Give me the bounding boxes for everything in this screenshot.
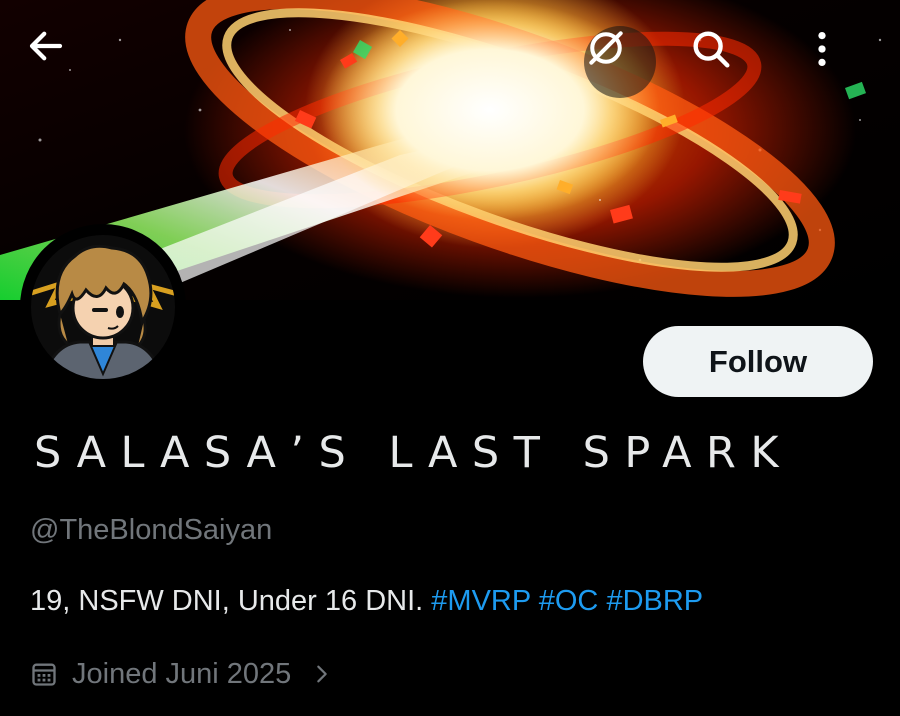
calendar-icon bbox=[30, 660, 58, 688]
profile-avatar[interactable] bbox=[20, 224, 186, 390]
search-button[interactable] bbox=[688, 26, 760, 98]
more-vertical-icon bbox=[818, 31, 826, 67]
display-name: SALASA’S LAST SPARK bbox=[34, 428, 794, 478]
avatar-illustration bbox=[23, 227, 183, 387]
profile-bio: 19, NSFW DNI, Under 16 DNI. #MVRP #OC #D… bbox=[30, 585, 703, 618]
joined-date: Joined Juni 2025 bbox=[72, 657, 292, 690]
search-icon bbox=[693, 31, 730, 68]
grok-button[interactable] bbox=[584, 26, 656, 98]
joined-date-row[interactable]: Joined Juni 2025 bbox=[30, 655, 333, 693]
grok-slash-circle-icon bbox=[589, 31, 623, 65]
hashtag-mvrp[interactable]: #MVRP bbox=[431, 585, 530, 617]
chevron-right-icon bbox=[311, 661, 333, 687]
bio-text: 19, NSFW DNI, Under 16 DNI. bbox=[30, 585, 432, 617]
hashtag-oc[interactable]: #OC bbox=[539, 585, 599, 617]
user-handle: @TheBlondSaiyan bbox=[30, 514, 273, 546]
back-button[interactable] bbox=[25, 25, 97, 97]
arrow-left-icon bbox=[29, 31, 63, 61]
follow-button[interactable]: Follow bbox=[643, 326, 873, 397]
hashtag-dbrp[interactable]: #DBRP bbox=[606, 585, 703, 617]
more-button[interactable] bbox=[799, 26, 871, 98]
